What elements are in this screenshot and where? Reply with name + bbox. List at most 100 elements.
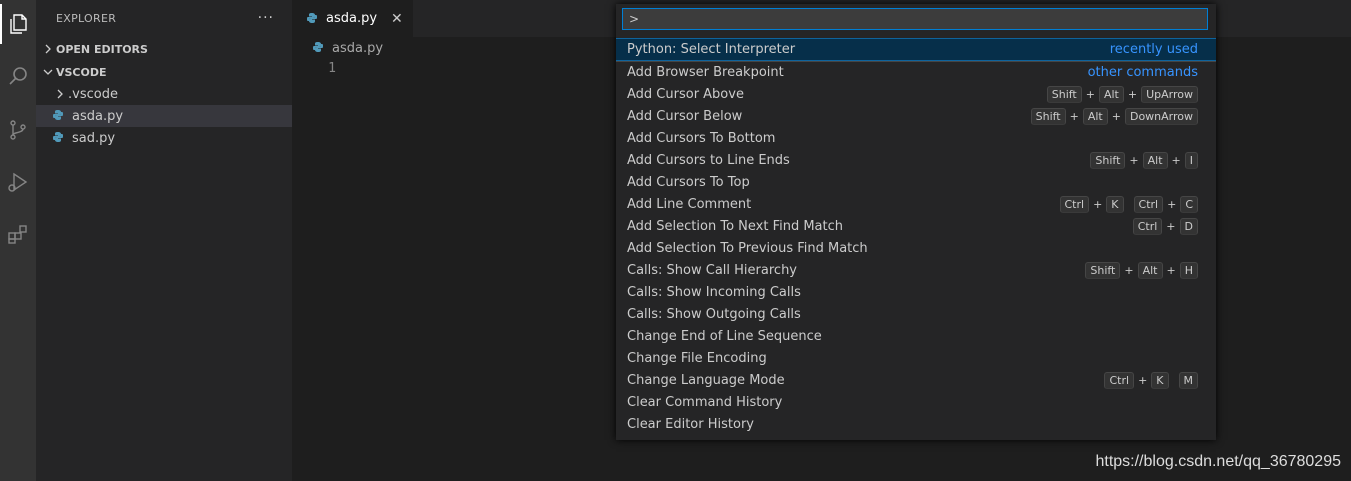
- keybinding: Shift + Alt + DownArrow: [1030, 107, 1198, 125]
- python-file-icon: [312, 41, 326, 55]
- more-actions-icon[interactable]: ···: [258, 10, 274, 26]
- source-control-icon[interactable]: [0, 110, 36, 150]
- keycap: K: [1151, 371, 1169, 389]
- key-plus: +: [1166, 263, 1176, 277]
- key-plus: +: [1124, 263, 1134, 277]
- command-item[interactable]: Calls: Show Outgoing Calls: [616, 303, 1216, 325]
- command-group-tag: other commands: [1087, 65, 1198, 80]
- command-label: Change End of Line Sequence: [627, 328, 822, 344]
- tree-item-vscode-folder[interactable]: .vscode: [36, 83, 292, 105]
- command-label: Calls: Show Outgoing Calls: [627, 306, 801, 322]
- chevron-down-icon: [40, 67, 56, 77]
- command-item[interactable]: Python: Select Interpreter recently used: [616, 38, 1216, 61]
- key-plus: +: [1093, 197, 1103, 211]
- workspace-label: VSCODE: [56, 65, 107, 79]
- command-item[interactable]: Add Selection To Previous Find Match: [616, 237, 1216, 259]
- key-plus: +: [1069, 109, 1079, 123]
- tree-item-label: sad.py: [72, 130, 116, 146]
- open-editors-label: OPEN EDITORS: [56, 42, 148, 56]
- keybinding: Ctrl + D: [1132, 217, 1198, 235]
- python-file-icon: [52, 131, 66, 145]
- command-palette-input[interactable]: [622, 8, 1208, 30]
- activity-bar: [0, 0, 36, 481]
- command-item[interactable]: Add Cursors To Bottom: [616, 127, 1216, 149]
- explorer-icon[interactable]: [0, 4, 36, 44]
- tab-label: asda.py: [326, 11, 378, 26]
- workspace-section[interactable]: VSCODE: [36, 61, 292, 83]
- sidebar-title: EXPLORER: [56, 11, 117, 25]
- extensions-icon[interactable]: [0, 214, 36, 254]
- keycap: Ctrl: [1059, 195, 1090, 213]
- command-label: Python: Select Interpreter: [627, 42, 796, 57]
- key-plus: +: [1127, 87, 1138, 101]
- command-item[interactable]: Clear Command History: [616, 391, 1216, 413]
- command-label: Change File Encoding: [627, 350, 767, 366]
- search-icon[interactable]: [0, 56, 36, 96]
- command-item[interactable]: Add Line Comment Ctrl + K Ctrl + C: [616, 193, 1216, 215]
- command-label: Calls: Show Incoming Calls: [627, 284, 801, 300]
- keybinding: Ctrl + K M: [1104, 371, 1198, 389]
- command-label: Calls: Show Call Hierarchy: [627, 262, 797, 278]
- command-label: Change Language Mode: [627, 372, 785, 388]
- key-plus: +: [1111, 109, 1121, 123]
- command-item[interactable]: Add Cursor Above Shift + Alt + UpArrow: [616, 83, 1216, 105]
- python-file-icon: [306, 12, 320, 26]
- keycap: D: [1179, 217, 1198, 235]
- close-icon[interactable]: ✕: [391, 11, 403, 27]
- keycap: Shift: [1085, 261, 1121, 279]
- key-plus: +: [1138, 373, 1148, 387]
- key-plus: +: [1085, 87, 1095, 101]
- command-item[interactable]: Add Cursor Below Shift + Alt + DownArrow: [616, 105, 1216, 127]
- keycap: Shift: [1030, 107, 1066, 125]
- keycap: Alt: [1142, 151, 1168, 169]
- watermark: https://blog.csdn.net/qq_36780295: [1095, 453, 1341, 470]
- command-label: Add Line Comment: [627, 196, 752, 212]
- command-item[interactable]: Change End of Line Sequence: [616, 325, 1216, 347]
- keycap: Shift: [1090, 151, 1126, 169]
- keycap: Alt: [1137, 261, 1163, 279]
- command-label: Add Cursor Below: [627, 108, 743, 124]
- tree-item-asda-py[interactable]: asda.py: [36, 105, 292, 127]
- keybinding: Shift + Alt + I: [1090, 151, 1198, 169]
- command-item[interactable]: Add Cursors to Line Ends Shift + Alt + I: [616, 149, 1216, 171]
- keycap: M: [1178, 371, 1198, 389]
- keycap: K: [1106, 195, 1124, 213]
- keycap: Ctrl: [1132, 217, 1163, 235]
- command-label: Add Selection To Previous Find Match: [627, 240, 868, 256]
- key-plus: +: [1129, 153, 1139, 167]
- command-item[interactable]: Calls: Show Call Hierarchy Shift + Alt + H: [616, 259, 1216, 281]
- command-label: Add Cursor Above: [627, 86, 744, 102]
- keycap: Ctrl: [1104, 371, 1135, 389]
- command-label: Add Cursors to Line Ends: [627, 152, 790, 168]
- command-group-tag: recently used: [1109, 42, 1198, 57]
- tab-asda-py[interactable]: asda.py ✕: [292, 0, 413, 37]
- command-label: Add Cursors To Bottom: [627, 130, 776, 146]
- key-plus: +: [1166, 219, 1176, 233]
- command-label: Add Selection To Next Find Match: [627, 218, 844, 234]
- command-list: Python: Select Interpreter recently used A…: [616, 38, 1216, 435]
- run-debug-icon[interactable]: [0, 162, 36, 202]
- keybinding: Shift + Alt + UpArrow: [1046, 85, 1198, 103]
- open-editors-section[interactable]: OPEN EDITORS: [36, 38, 292, 60]
- keycap: DownArrow: [1124, 107, 1198, 125]
- python-file-icon: [52, 109, 66, 123]
- key-plus: +: [1167, 197, 1177, 211]
- tree-item-label: asda.py: [72, 108, 124, 124]
- tree-item-sad-py[interactable]: sad.py: [36, 127, 292, 149]
- command-item[interactable]: Add Cursors To Top: [616, 171, 1216, 193]
- command-item[interactable]: Change File Encoding: [616, 347, 1216, 369]
- command-item[interactable]: Calls: Show Incoming Calls: [616, 281, 1216, 303]
- command-item[interactable]: Clear Editor History: [616, 413, 1216, 435]
- keycap: Alt: [1098, 85, 1124, 103]
- command-label: Clear Editor History: [627, 416, 754, 432]
- sidebar-header: EXPLORER ···: [36, 0, 292, 36]
- tree-item-label: .vscode: [68, 86, 118, 102]
- keycap: H: [1179, 261, 1198, 279]
- command-item[interactable]: Add Selection To Next Find Match Ctrl + D: [616, 215, 1216, 237]
- command-item[interactable]: Add Browser Breakpoint other commands: [616, 61, 1216, 83]
- breadcrumb-file: asda.py: [332, 40, 384, 56]
- command-item[interactable]: Change Language Mode Ctrl + K M: [616, 369, 1216, 391]
- keybinding: Shift + Alt + H: [1085, 261, 1198, 279]
- command-palette: Python: Select Interpreter recently used A…: [616, 4, 1216, 440]
- keycap: I: [1184, 151, 1198, 169]
